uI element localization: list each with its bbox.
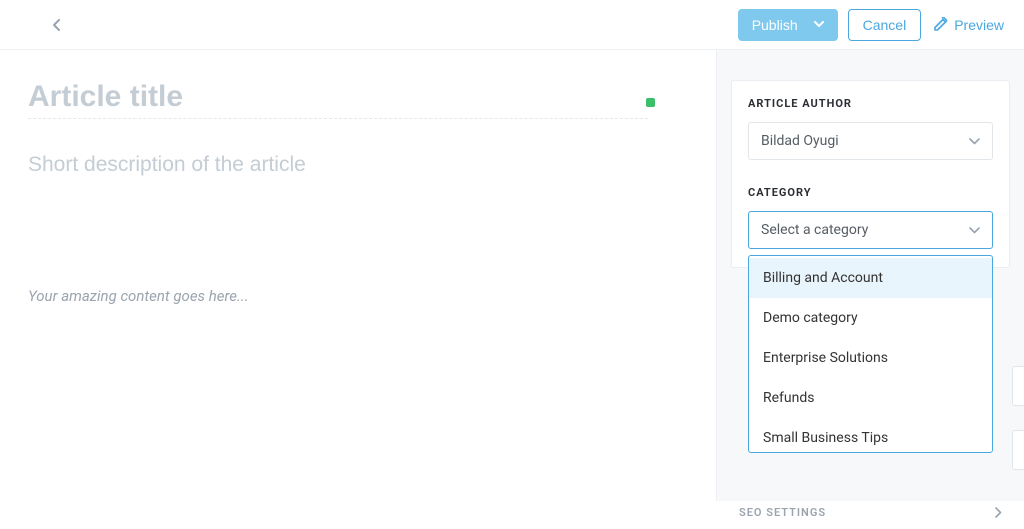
- preview-label: Preview: [954, 17, 1004, 33]
- category-dropdown: Billing and Account Demo category Enterp…: [748, 255, 993, 453]
- category-placeholder: Select a category: [761, 222, 868, 238]
- hidden-panel-edge: [1012, 430, 1024, 470]
- status-indicator: [646, 98, 655, 107]
- category-option[interactable]: Enterprise Solutions: [749, 338, 992, 378]
- chevron-left-icon: [53, 19, 61, 31]
- publish-label: Publish: [752, 17, 798, 33]
- category-option[interactable]: Billing and Account: [749, 258, 992, 298]
- category-select[interactable]: Select a category: [748, 211, 993, 249]
- category-option[interactable]: Demo category: [749, 298, 992, 338]
- article-meta-panel: Article Author Bildad Oyugi Category Sel…: [731, 80, 1010, 268]
- sidebar: Article Author Bildad Oyugi Category Sel…: [716, 50, 1024, 501]
- hidden-panel-edge: [1012, 366, 1024, 406]
- publish-button[interactable]: Publish: [738, 9, 838, 41]
- seo-label: SEO Settings: [739, 506, 826, 519]
- description-input[interactable]: [28, 153, 648, 177]
- author-value: Bildad Oyugi: [761, 133, 839, 149]
- chevron-down-icon: [814, 21, 824, 28]
- chevron-down-icon: [969, 138, 980, 145]
- title-input[interactable]: [28, 80, 648, 119]
- category-option[interactable]: Small Business Tips: [749, 418, 992, 450]
- preview-button[interactable]: Preview: [931, 10, 1006, 40]
- cancel-button[interactable]: Cancel: [848, 9, 922, 41]
- topbar-actions: Publish Cancel Preview: [738, 9, 1006, 41]
- chevron-right-icon: [995, 507, 1002, 518]
- author-section-label: Article Author: [748, 97, 993, 110]
- content-editor[interactable]: Your amazing content goes here...: [28, 287, 680, 305]
- category-section-label: Category: [748, 186, 993, 199]
- edit-icon: [933, 17, 948, 32]
- cancel-label: Cancel: [863, 17, 907, 33]
- category-section: Category Select a category: [748, 186, 993, 249]
- chevron-down-icon: [969, 227, 980, 234]
- back-button[interactable]: [48, 16, 66, 34]
- category-option[interactable]: Refunds: [749, 378, 992, 418]
- topbar: Publish Cancel Preview: [0, 0, 1024, 50]
- author-select[interactable]: Bildad Oyugi: [748, 122, 993, 160]
- editor-area: Your amazing content goes here...: [0, 50, 716, 501]
